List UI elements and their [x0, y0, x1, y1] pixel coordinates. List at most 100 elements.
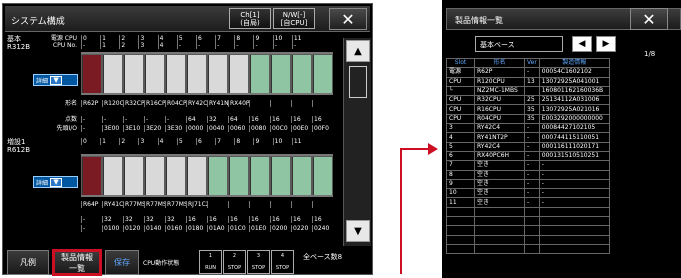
- table-cell: 9: [446, 178, 475, 190]
- model-names: R62PR120CPUR32CPUR16CPUR04CPURY42C4RY41N…: [81, 100, 333, 107]
- column-header: 形名: [474, 57, 525, 69]
- module-slot[interactable]: [271, 157, 290, 195]
- ext-slot-numbers-cell: 8: [234, 138, 253, 145]
- table-row[interactable]: 9 空き - -: [446, 178, 610, 190]
- prev-base-button[interactable]: ◀: [572, 36, 592, 52]
- table-row[interactable]: 3 RY42C4-00084427102105: [446, 123, 610, 134]
- scroll-down-button[interactable]: ▼: [346, 220, 370, 242]
- module-slot[interactable]: [82, 157, 101, 195]
- table-cell: 00054C1602102: [538, 67, 610, 78]
- module-slot[interactable]: [103, 157, 122, 195]
- module-slot[interactable]: [313, 55, 332, 93]
- table-cell: 160801162160036B: [538, 85, 610, 97]
- table-row[interactable]: CPU R32CPU 25 25134112A031006: [446, 95, 610, 106]
- module-slot[interactable]: [124, 157, 143, 195]
- ext-point-counts-cell: 16: [291, 216, 312, 223]
- table-row[interactable]: 10 空き - -: [446, 188, 610, 199]
- table-row[interactable]: CPU R04CPU 35 E003292000000000: [446, 113, 610, 125]
- table-cell: R120CPU: [474, 76, 525, 87]
- product-info-button[interactable]: 製品情報 一覧: [52, 249, 102, 276]
- module-slot[interactable]: [187, 55, 206, 93]
- table-cell: E003292000000000: [538, 113, 610, 125]
- ext-start-io-cell: 01A0: [207, 225, 228, 232]
- start-io-cell: 00E0: [291, 125, 312, 132]
- module-slot[interactable]: [208, 55, 227, 93]
- module-slot[interactable]: [271, 55, 290, 93]
- network-button[interactable]: N/W[-] [自CPU]: [273, 8, 315, 29]
- ext-start-io-cell: 0120: [123, 225, 144, 232]
- cpu-numbers-cell: -: [291, 42, 311, 49]
- slot-numbers-cell: 11: [291, 35, 311, 42]
- table-cell: [446, 234, 475, 245]
- table-cell: -: [524, 169, 540, 180]
- scrollbar[interactable]: ▲ ▼: [343, 38, 371, 246]
- point-counts: - - - - -64 32 64 16 16 16 16: [81, 116, 333, 123]
- module-slot[interactable]: [292, 157, 311, 195]
- table-row[interactable]: 11 空き - -: [446, 197, 610, 208]
- next-base-button[interactable]: ▶: [596, 36, 616, 52]
- start-io-cell: 0060: [228, 125, 249, 132]
- table-cell: 8: [446, 169, 475, 180]
- cpu-indicator: 1 RUN: [199, 250, 222, 274]
- channel-button[interactable]: Ch[1] (自局): [229, 8, 271, 29]
- table-row[interactable]: 8 空き - -: [446, 169, 610, 180]
- save-button[interactable]: 保存: [105, 250, 139, 275]
- product-close-button[interactable]: ✕: [630, 8, 668, 30]
- module-slot[interactable]: [103, 55, 122, 93]
- cpu-numbers-cell: -: [234, 42, 253, 49]
- table-row[interactable]: └ NZ2MC-1MBS 160801162160036B: [446, 85, 610, 97]
- scroll-up-button[interactable]: ▲: [346, 40, 370, 62]
- table-row[interactable]: [446, 243, 610, 255]
- module-slot[interactable]: [208, 157, 227, 195]
- table-row[interactable]: 電源 R62P -00054C1602102: [446, 67, 610, 78]
- module-slot[interactable]: [145, 55, 164, 93]
- slot-numbers-cell: 4: [157, 35, 177, 42]
- base-select[interactable]: 基本ベース: [475, 36, 563, 52]
- module-slot[interactable]: [187, 157, 206, 195]
- start-io-cell: 3E00: [102, 125, 123, 132]
- module-slot[interactable]: [313, 157, 332, 195]
- ext-point-counts-cell: 16: [270, 216, 291, 223]
- module-slot[interactable]: [229, 157, 248, 195]
- table-row[interactable]: CPU R120CPU 13 13072925A041001: [446, 76, 610, 87]
- module-slot[interactable]: [250, 55, 269, 93]
- table-row[interactable]: 7 空き - -: [446, 160, 610, 171]
- table-row[interactable]: [446, 225, 610, 236]
- point-counts-cell: 16: [312, 116, 333, 123]
- table-row[interactable]: 6 RX40PC6H -000131510510251: [446, 150, 610, 162]
- close-button[interactable]: ✕: [329, 8, 367, 30]
- module-slot[interactable]: [292, 55, 311, 93]
- cpu-numbers-cell: -: [195, 42, 215, 49]
- scroll-thumb[interactable]: [349, 66, 367, 98]
- ext-model-names-cell: [228, 201, 249, 208]
- module-slot[interactable]: [250, 157, 269, 195]
- point-counts-cell: -: [123, 116, 144, 123]
- model-names-cell: [312, 100, 333, 107]
- detail-button[interactable]: 詳細 ▼: [33, 74, 78, 86]
- module-slot[interactable]: [145, 157, 164, 195]
- table-row[interactable]: 4 RY41NT2P -000744115110051: [446, 132, 610, 143]
- table-row[interactable]: [446, 206, 610, 218]
- table-row[interactable]: CPU R16CPU 35 13072925A021016: [446, 104, 610, 115]
- legend-button[interactable]: 凡例: [7, 250, 49, 275]
- table-row[interactable]: 5 RY42C4-000116111020171: [446, 141, 610, 152]
- module-slot[interactable]: [166, 55, 185, 93]
- ext-slot-numbers-cell: 10: [272, 138, 292, 145]
- triangle-left-icon: ◀: [578, 39, 586, 49]
- product-window-title: 製品情報一覧: [455, 16, 503, 25]
- module-slot[interactable]: [166, 157, 185, 195]
- ext-slot-numbers-cell: 6: [195, 138, 215, 145]
- ext-point-counts-cell: 32: [165, 216, 186, 223]
- table-cell: R04CPU: [474, 113, 525, 125]
- table-row[interactable]: [446, 216, 610, 227]
- module-slot[interactable]: [229, 55, 248, 93]
- ext-detail-button[interactable]: 詳細 ▼: [33, 176, 78, 188]
- cpu-numbers-cell: -: [253, 42, 272, 49]
- model-names-cell: R16CPU: [144, 100, 165, 107]
- module-slot[interactable]: [124, 55, 143, 93]
- module-slot[interactable]: [82, 55, 101, 93]
- table-cell: [538, 243, 610, 255]
- ext-model-names-cell: R77MS4: [165, 201, 186, 208]
- cpu-indicator: 4 STOP: [271, 250, 294, 274]
- table-row[interactable]: [446, 234, 610, 245]
